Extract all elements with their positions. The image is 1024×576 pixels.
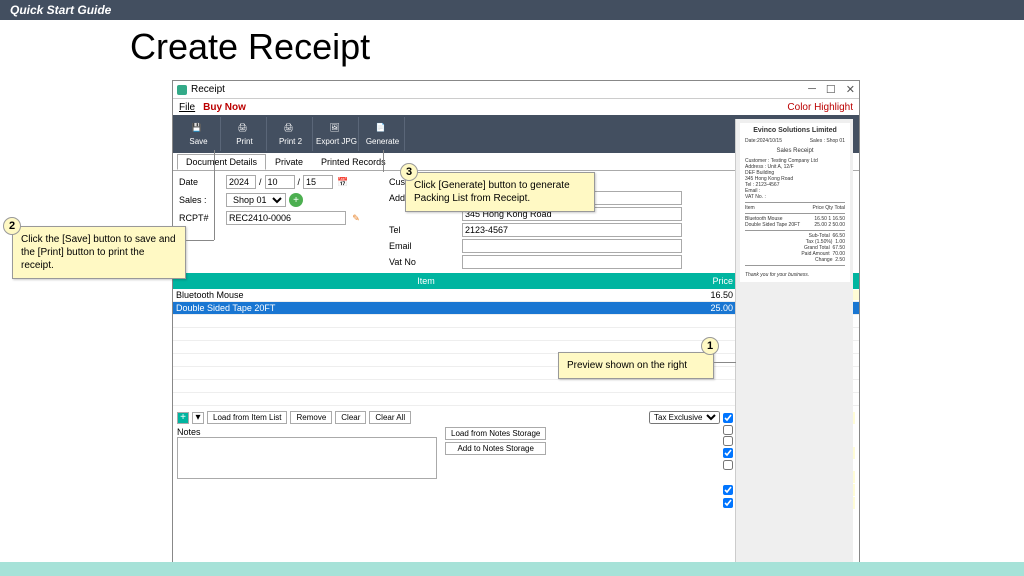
subtotal-check[interactable] [723, 413, 733, 423]
date-label: Date [179, 177, 223, 187]
row-sales: Sales : Shop 01 + [179, 193, 379, 207]
row-date: Date / / 📅 [179, 175, 379, 189]
window-title: Receipt [191, 84, 225, 95]
rcpt-input[interactable] [226, 211, 346, 225]
print2-icon: 🖨 [284, 123, 298, 137]
discount-check[interactable] [723, 425, 733, 435]
page-title: Create Receipt [130, 26, 1024, 68]
tax1-check[interactable] [723, 448, 733, 458]
preview-paper: Evinco Solutions Limited Date:2024/10/15… [740, 123, 850, 282]
preview-panel: Evinco Solutions Limited Date:2024/10/15… [735, 119, 853, 563]
color-highlight-link[interactable]: Color Highlight [787, 102, 853, 113]
edit-rcpt-icon[interactable]: ✎ [349, 211, 363, 225]
notes-textarea[interactable] [177, 437, 437, 479]
load-notes-button[interactable]: Load from Notes Storage [445, 427, 546, 440]
callout-1: 1 Preview shown on the right [558, 352, 714, 379]
load-item-list-button[interactable]: Load from Item List [207, 411, 287, 424]
toggle-item-button[interactable]: ▾ [192, 412, 204, 424]
row-rcpt: RCPT# ✎ [179, 211, 379, 225]
menu-buy-now[interactable]: Buy Now [203, 102, 246, 113]
app-logo-icon [177, 85, 187, 95]
date-month[interactable] [265, 175, 295, 189]
callout-1-line [714, 362, 736, 363]
save-icon: 💾 [192, 123, 206, 137]
callout-3-line [383, 150, 384, 172]
email-label: Email [389, 241, 459, 251]
tax2-check[interactable] [723, 460, 733, 470]
change-check[interactable] [723, 498, 733, 508]
print-button[interactable]: 🖨Print [223, 117, 267, 151]
add-notes-button[interactable]: Add to Notes Storage [445, 442, 546, 455]
rcpt-label: RCPT# [179, 213, 223, 223]
print-icon: 🖨 [238, 123, 252, 137]
menubar: File Buy Now Color Highlight [173, 99, 859, 115]
date-day[interactable] [303, 175, 333, 189]
titlebar: Receipt ─ ☐ ✕ [173, 81, 859, 99]
receipt-window: Receipt ─ ☐ ✕ File Buy Now Color Highlig… [172, 80, 860, 570]
guide-header: Quick Start Guide [0, 0, 1024, 20]
export-icon: 🖼 [330, 123, 344, 137]
sales-label: Sales : [179, 195, 223, 205]
tab-private[interactable]: Private [266, 154, 312, 170]
date-year[interactable] [226, 175, 256, 189]
generate-icon: 📄 [376, 123, 390, 137]
header-price: Price [679, 276, 739, 286]
tel-label: Tel [389, 225, 459, 235]
tax-mode-select[interactable]: Tax Exclusive [649, 411, 720, 424]
add-item-button[interactable]: + [177, 412, 189, 424]
callout-2-line [186, 240, 214, 241]
callout-2: 2 Click the [Save] button to save and th… [12, 226, 186, 279]
tel-input[interactable] [462, 223, 682, 237]
paid-check[interactable] [723, 485, 733, 495]
print2-button[interactable]: 🖨Print 2 [269, 117, 313, 151]
callout-2-line-v [214, 150, 215, 240]
maximize-icon[interactable]: ☐ [826, 83, 836, 96]
remove-item-button[interactable]: Remove [290, 411, 332, 424]
clear-all-button[interactable]: Clear All [369, 411, 411, 424]
clear-button[interactable]: Clear [335, 411, 366, 424]
vat-label: Vat No [389, 257, 459, 267]
callout-3: 3 Click [Generate] button to generate Pa… [405, 172, 595, 212]
service-check[interactable] [723, 436, 733, 446]
menu-file[interactable]: File [179, 102, 195, 113]
minimize-icon[interactable]: ─ [808, 83, 816, 96]
tab-document-details[interactable]: Document Details [177, 154, 266, 170]
generate-button[interactable]: 📄Generate [361, 117, 405, 151]
sales-select[interactable]: Shop 01 [226, 193, 286, 207]
header-item: Item [173, 276, 679, 286]
add-sales-button[interactable]: + [289, 193, 303, 207]
vat-input[interactable] [462, 255, 682, 269]
bottom-accent [0, 562, 1024, 576]
export-jpg-button[interactable]: 🖼Export JPG [315, 117, 359, 151]
close-icon[interactable]: ✕ [846, 83, 855, 96]
email-input[interactable] [462, 239, 682, 253]
notes-label: Notes [177, 427, 437, 437]
calendar-icon[interactable]: 📅 [336, 175, 350, 189]
save-button[interactable]: 💾Save [177, 117, 221, 151]
